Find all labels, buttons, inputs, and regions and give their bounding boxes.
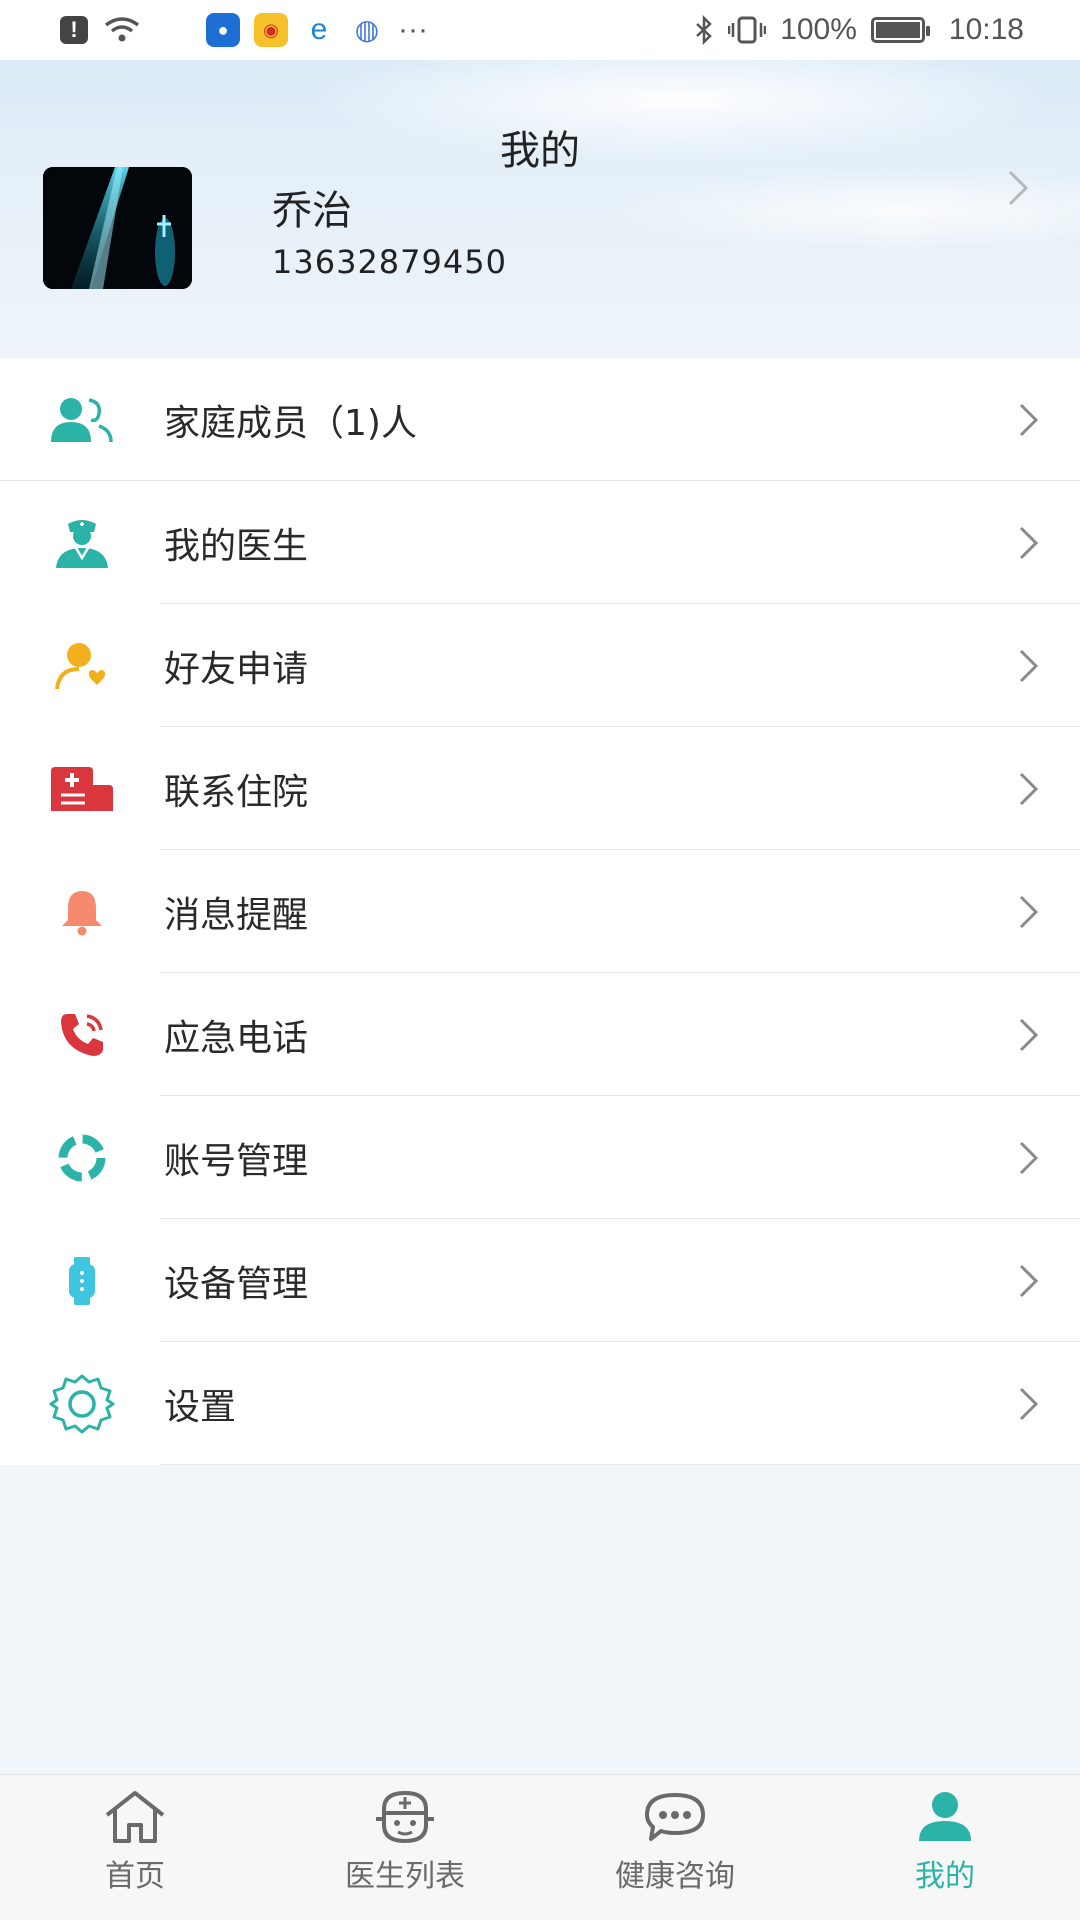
chevron-right-icon[interactable] <box>1006 168 1030 208</box>
weibo-icon: ◉ <box>254 13 288 47</box>
family-members-icon <box>42 388 122 452</box>
menu-item-message-reminder[interactable]: 消息提醒 <box>0 850 1080 973</box>
chevron-right-icon <box>1019 649 1039 682</box>
chevron-right-icon <box>1019 526 1039 559</box>
user-name: 乔治 <box>272 188 352 234</box>
doctor-list-icon <box>376 1790 434 1844</box>
status-time: 10:18 <box>948 13 1024 46</box>
menu-label: 消息提醒 <box>164 894 309 936</box>
account-manage-icon <box>42 1126 122 1190</box>
watch-icon <box>42 1249 122 1313</box>
vibrate-icon <box>728 16 767 44</box>
menu-item-emergency-phone[interactable]: 应急电话 <box>0 973 1080 1096</box>
chevron-right-icon <box>1019 403 1039 436</box>
menu-item-account-management[interactable]: 账号管理 <box>0 1096 1080 1219</box>
bell-icon <box>42 880 122 944</box>
alert-icon: ! <box>60 16 88 44</box>
chevron-right-icon <box>1019 895 1039 928</box>
menu-label: 账号管理 <box>164 1140 309 1182</box>
divider <box>160 1464 1080 1465</box>
phone-icon <box>42 1003 122 1067</box>
profile-icon <box>919 1792 971 1841</box>
doctor-icon <box>42 511 122 575</box>
home-icon <box>105 1791 165 1843</box>
battery-icon <box>870 17 930 43</box>
nav-health-consult[interactable]: 健康咨询 <box>540 1775 810 1920</box>
profile-header[interactable]: 我的 乔治 13632879450 <box>0 60 1080 358</box>
chevron-right-icon <box>1019 1264 1039 1297</box>
status-bar-left: ! ● ◉ e ◍ ··· <box>60 13 428 47</box>
more-notifications: ··· <box>398 13 428 46</box>
hospital-icon <box>42 757 122 821</box>
menu-item-friend-request[interactable]: 好友申请 <box>0 604 1080 727</box>
gear-icon <box>42 1372 122 1436</box>
edge-icon: e <box>310 13 328 46</box>
menu-label: 应急电话 <box>164 1017 309 1059</box>
chevron-right-icon <box>1019 772 1039 805</box>
menu-label: 联系住院 <box>164 771 309 813</box>
browser-icon: ◍ <box>354 14 380 45</box>
nav-label: 医生列表 <box>345 1859 465 1894</box>
user-phone: 13632879450 <box>272 243 507 281</box>
nav-profile[interactable]: 我的 <box>810 1775 1080 1920</box>
menu-item-my-doctor[interactable]: 我的医生 <box>0 481 1080 604</box>
menu-item-hospitalization[interactable]: 联系住院 <box>0 727 1080 850</box>
menu-label: 家庭成员（1)人 <box>164 402 417 444</box>
avatar[interactable] <box>43 167 192 289</box>
status-bar: ! ● ◉ e ◍ ··· 100% 10:18 <box>0 0 1080 60</box>
menu-label: 我的医生 <box>164 525 309 567</box>
nav-label: 我的 <box>915 1859 975 1894</box>
avatar-image <box>43 167 192 289</box>
menu-label: 好友申请 <box>164 648 309 690</box>
nav-home[interactable]: 首页 <box>0 1775 270 1920</box>
wifi-icon <box>104 17 140 42</box>
menu-label: 设置 <box>164 1386 237 1428</box>
chevron-right-icon <box>1019 1141 1039 1174</box>
menu-item-family-members[interactable]: 家庭成员（1)人 <box>0 358 1080 481</box>
menu-item-device-management[interactable]: 设备管理 <box>0 1219 1080 1342</box>
bluetooth-icon <box>696 15 712 45</box>
nav-label: 首页 <box>105 1859 165 1894</box>
bottom-nav: 首页 医生列表 健康咨询 我的 <box>0 1774 1080 1920</box>
menu-item-settings[interactable]: 设置 <box>0 1342 1080 1465</box>
menu-list: 家庭成员（1)人 我的医生 好友申请 联系住院 消息提醒 应急电话 账号管理 设… <box>0 358 1080 1465</box>
nav-label: 健康咨询 <box>615 1859 735 1894</box>
battery-percent: 100% <box>780 13 857 46</box>
nav-doctor-list[interactable]: 医生列表 <box>270 1775 540 1920</box>
status-bar-right: 100% 10:18 <box>694 13 1024 47</box>
chat-icon <box>645 1793 705 1841</box>
chevron-right-icon <box>1019 1387 1039 1420</box>
menu-label: 设备管理 <box>164 1263 309 1305</box>
lightbulb-icon: ● <box>206 13 240 47</box>
chevron-right-icon <box>1019 1018 1039 1051</box>
friend-request-icon <box>42 634 122 698</box>
